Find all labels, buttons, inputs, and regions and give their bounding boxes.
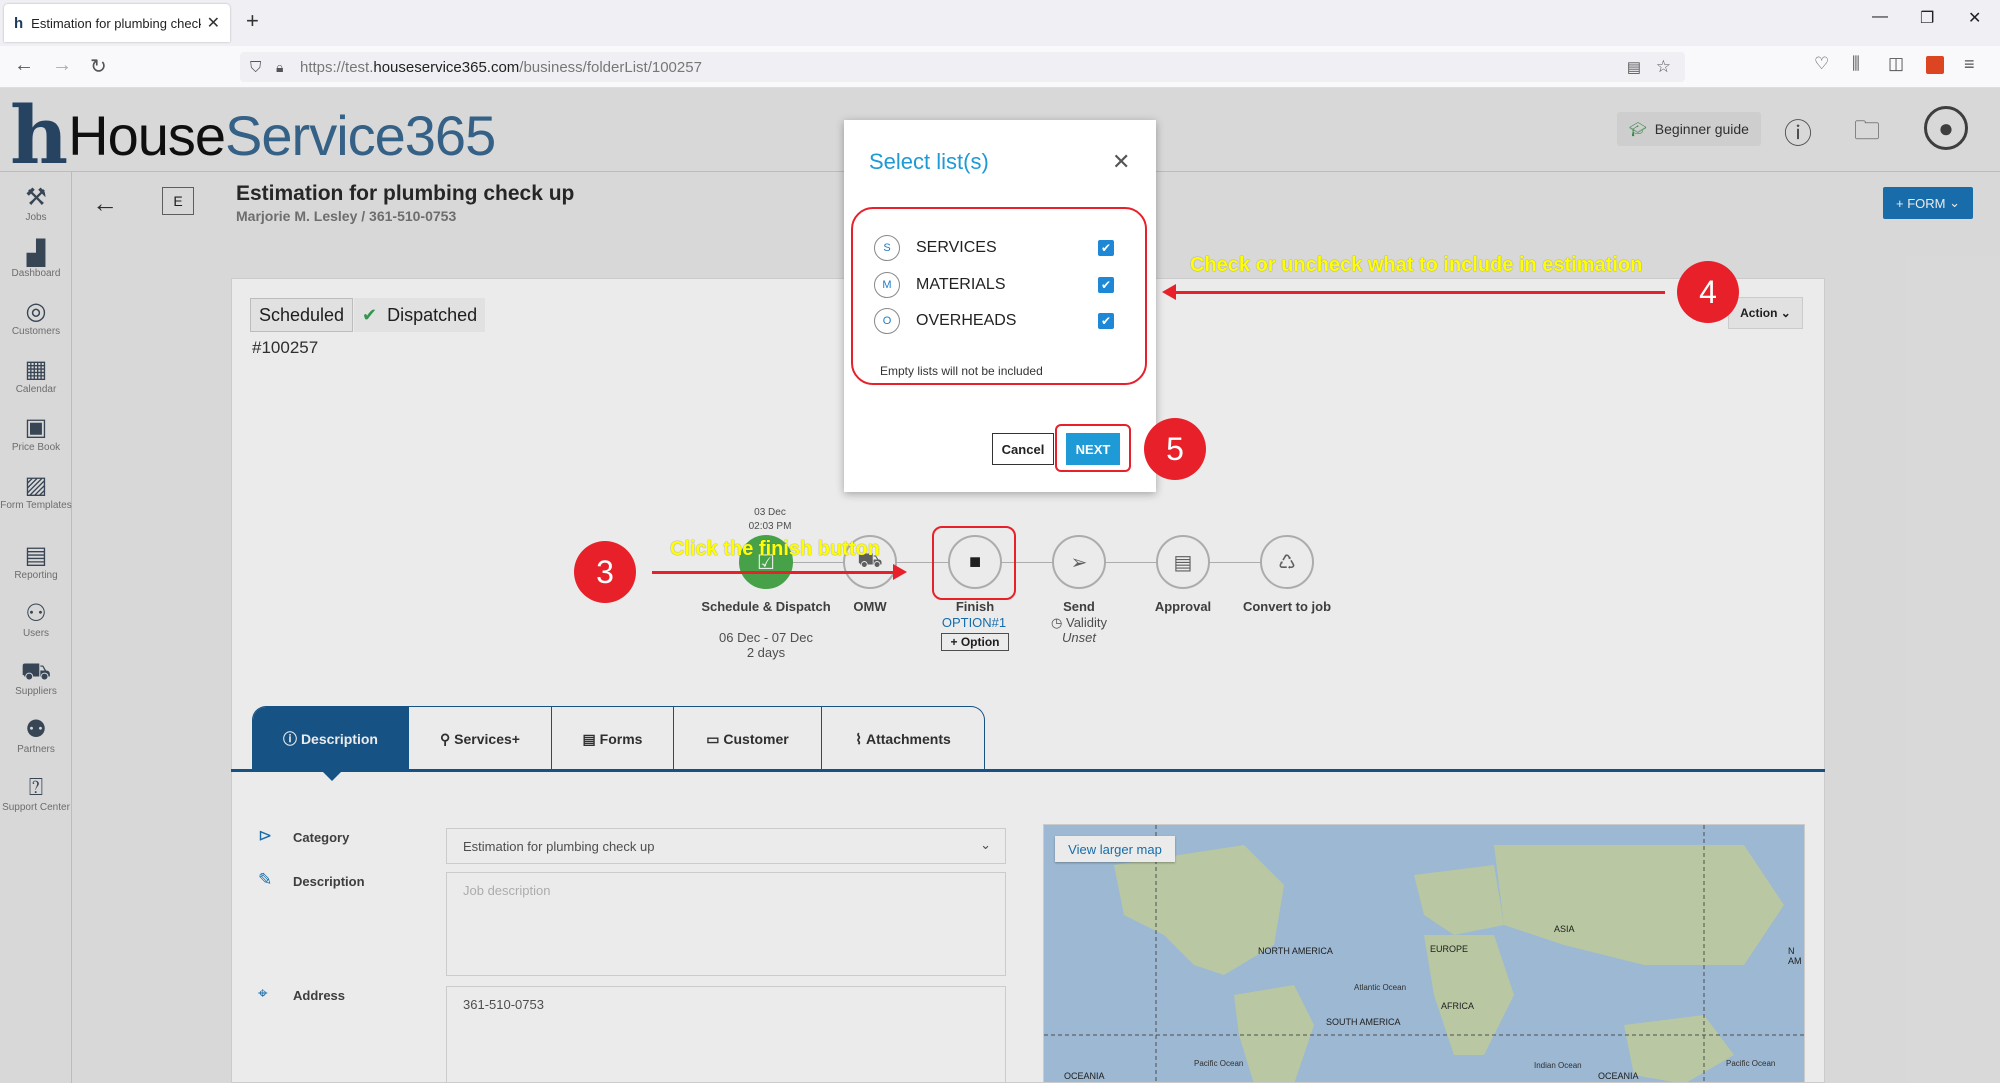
url-bar[interactable]: ⛉ 🔒︎ https://test. houseservice365.com/bu… xyxy=(240,52,1685,82)
sidebar-toggle-icon[interactable]: ◫ xyxy=(1888,54,1904,74)
nav-bar: ← → ↻ ⛉ 🔒︎ https://test. houseservice365.… xyxy=(0,46,2000,88)
annotation-step-5: 5 xyxy=(1144,418,1206,480)
annotation-text-3: Click the finish button xyxy=(670,538,880,560)
lock-icon: 🔒︎ xyxy=(276,58,284,75)
annotation-step-3: 3 xyxy=(574,541,636,603)
minimize-icon[interactable]: — xyxy=(1872,8,1888,26)
browser-tab[interactable]: h Estimation for plumbing check ✕ xyxy=(4,4,230,42)
menu-icon[interactable]: ≡ xyxy=(1964,54,1975,75)
annotation-highlight-next xyxy=(1055,424,1131,472)
annotation-arrow-4 xyxy=(1176,291,1665,294)
close-window-icon[interactable]: ✕ xyxy=(1968,8,1981,28)
back-icon[interactable]: ← xyxy=(14,54,34,77)
pocket-icon[interactable]: ♡ xyxy=(1814,54,1829,74)
annotation-text-4: Check or uncheck what to include in esti… xyxy=(1190,254,1643,276)
annotation-arrowhead-4 xyxy=(1162,284,1176,300)
favicon-icon: h xyxy=(14,14,24,32)
annotation-highlight-lists xyxy=(851,207,1147,385)
library-icon[interactable]: ⫼ xyxy=(1852,54,1860,74)
tab-bar: h Estimation for plumbing check ✕ + — ❐ … xyxy=(0,0,2000,46)
new-tab-icon[interactable]: + xyxy=(246,8,259,34)
cancel-button[interactable]: Cancel xyxy=(992,433,1054,465)
extension-icon[interactable] xyxy=(1926,56,1944,74)
tab-title: Estimation for plumbing check xyxy=(31,15,201,31)
forward-icon[interactable]: → xyxy=(52,54,72,77)
close-icon[interactable]: ✕ xyxy=(1112,149,1130,175)
reload-icon[interactable]: ↻ xyxy=(90,54,107,79)
browser-chrome: h Estimation for plumbing check ✕ + — ❐ … xyxy=(0,0,2000,88)
annotation-arrow-3 xyxy=(652,571,894,574)
shield-icon: ⛉ xyxy=(250,58,262,76)
reader-view-icon[interactable]: ▤ xyxy=(1627,58,1641,76)
modal-title: Select list(s) xyxy=(869,149,989,174)
url-prefix: https://test. xyxy=(300,58,374,76)
url-path: /business/folderList/100257 xyxy=(519,58,702,76)
url-domain: houseservice365.com xyxy=(373,58,520,76)
annotation-arrowhead-3 xyxy=(893,564,907,580)
annotation-highlight-finish xyxy=(932,526,1016,600)
annotation-step-4: 4 xyxy=(1677,261,1739,323)
restore-icon[interactable]: ❐ xyxy=(1920,8,1934,28)
close-tab-icon[interactable]: ✕ xyxy=(207,13,220,33)
bookmark-star-icon[interactable]: ☆ xyxy=(1656,57,1671,77)
